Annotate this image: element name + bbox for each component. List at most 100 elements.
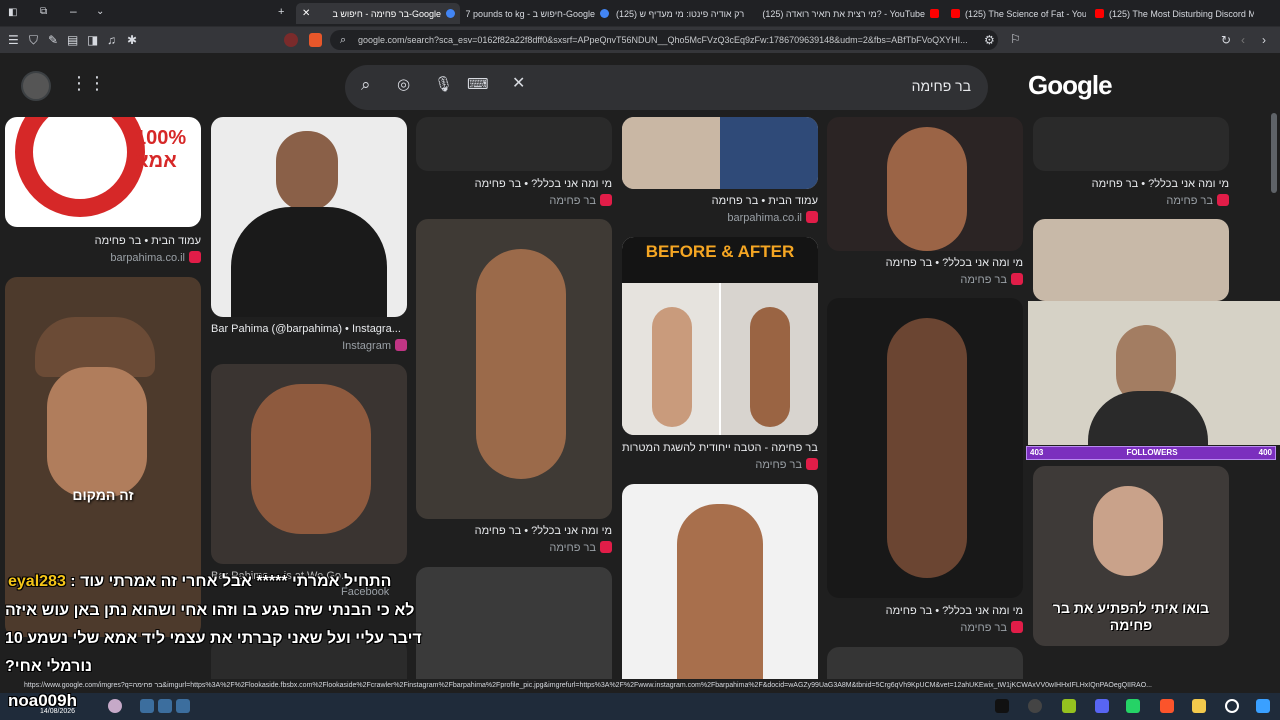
image-result[interactable] <box>827 117 1023 251</box>
extension-icon[interactable]: ✎ <box>48 34 58 46</box>
image-result[interactable]: BEFORE & AFTER <box>622 237 818 435</box>
result-source[interactable]: barpahima.co.il <box>622 211 818 224</box>
minimize-icon[interactable]: – <box>70 5 77 17</box>
image-result[interactable]: 100% אמא <box>5 117 201 227</box>
result-title[interactable]: עמוד הבית • בר פחימה <box>5 235 201 247</box>
brave-shield-icon[interactable] <box>309 33 322 47</box>
result-title[interactable]: מי ומה אני בכלל? • בר פחימה <box>827 257 1023 269</box>
chat-line: לא כי הבנתי שזה פגע בו וזהו אחי ושהוא נת… <box>5 602 415 619</box>
tab-youtube-2[interactable]: (125) מי רצית את תאיר רואדה? - YouTube <box>748 3 944 24</box>
forward-icon[interactable]: › <box>1262 34 1266 46</box>
address-bar[interactable]: ⌕ google.com/search?sca_esv=0162f82a22f8… <box>330 30 998 50</box>
tab-google-search[interactable]: ✕ בר פחימה - חיפוש ב-Google <box>296 3 460 24</box>
app-icon[interactable] <box>1062 699 1076 713</box>
site-favicon-icon <box>1011 273 1023 285</box>
lens-icon[interactable]: ◎ <box>397 77 410 92</box>
shield-icon[interactable]: ⛉ <box>29 34 38 46</box>
image-result[interactable] <box>827 298 1023 598</box>
tab-actions-icon[interactable]: ⧉ <box>40 6 47 18</box>
instagram-icon <box>395 339 407 351</box>
start-icon[interactable] <box>1256 699 1270 713</box>
microphone-icon[interactable]: 🎙 <box>434 77 453 92</box>
back-icon[interactable]: ‹ <box>1241 34 1245 46</box>
result-title[interactable]: מי ומה אני בכלל? • בר פחימה <box>416 178 612 190</box>
result-title[interactable]: מי ומה אני בכלל? • בר פחימה <box>416 525 612 537</box>
tab-youtube-3[interactable]: (125) The Science of Fat - YouTube <box>946 3 1086 24</box>
image-result[interactable] <box>1033 117 1229 171</box>
reload-icon[interactable]: ↻ <box>1221 34 1231 46</box>
chevron-down-icon[interactable]: ⌄ <box>96 6 104 18</box>
tab-pounds-kg[interactable]: 7 pounds to kg - חיפוש ב-Google <box>462 3 614 24</box>
result-title[interactable]: מי ומה אני בכלל? • בר פחימה <box>827 605 1023 617</box>
tab-list-icon[interactable]: ▤ <box>67 34 78 46</box>
result-source[interactable]: Instagram <box>211 339 407 352</box>
result-source[interactable]: בר פחימה <box>416 194 612 207</box>
site-favicon-icon <box>806 458 818 470</box>
result-title[interactable]: בר פחימה - הטבה ייחודית להשגת המטרות... <box>622 442 818 454</box>
result-source[interactable]: בר פחימה <box>1033 194 1229 207</box>
image-result[interactable] <box>211 117 407 317</box>
brave-icon[interactable] <box>1160 699 1174 713</box>
bookmark-icon[interactable]: ⚐ <box>1010 33 1021 45</box>
youtube-favicon-icon <box>951 9 960 18</box>
result-source[interactable]: בר פחימה <box>827 273 1023 286</box>
face-shape <box>1093 486 1163 576</box>
clear-icon[interactable]: ✕ <box>512 76 525 92</box>
keyboard-icon[interactable]: ⌨ <box>467 77 489 92</box>
after-photo <box>720 117 818 189</box>
sidebar-icon[interactable]: ◨ <box>87 34 98 46</box>
epic-games-icon[interactable] <box>995 699 1009 713</box>
result-source[interactable]: barpahima.co.il <box>5 251 201 264</box>
apps-grid-icon[interactable]: ⋮⋮ <box>70 74 106 92</box>
steam-icon[interactable] <box>1028 699 1042 713</box>
tab-youtube-4[interactable]: (125) The Most Disturbing Discord M <box>1090 3 1254 24</box>
shirt-shape <box>231 207 387 317</box>
body-shape <box>652 307 692 427</box>
page-scrollbar[interactable] <box>1271 113 1277 193</box>
music-icon[interactable]: ♫ <box>107 34 116 46</box>
site-settings-icon[interactable]: ⚙ <box>984 34 995 46</box>
account-avatar[interactable] <box>21 71 51 101</box>
link-status-bar: https://www.google.com/imgres?q=בר פחימה… <box>18 679 1280 693</box>
site-favicon-icon <box>806 211 818 223</box>
search-icon[interactable] <box>1225 699 1239 713</box>
avatar-icon[interactable] <box>108 699 122 713</box>
image-result[interactable] <box>416 219 612 519</box>
result-source[interactable]: בר פחימה <box>416 541 612 554</box>
image-result[interactable] <box>416 567 612 693</box>
microphone-icon[interactable] <box>158 699 172 713</box>
search-input[interactable]: בר פחימה <box>535 78 971 94</box>
tray-icon[interactable] <box>140 699 154 713</box>
google-favicon-icon <box>600 9 609 18</box>
body-shape <box>750 307 790 427</box>
file-explorer-icon[interactable] <box>1192 699 1206 713</box>
result-title[interactable]: Bar Pahima (@barpahima) • Instagra... <box>211 323 407 335</box>
image-result[interactable] <box>211 364 407 564</box>
tab-youtube-1[interactable]: (125) לא רק אודיה פינטו: מי מעדיף ש <box>616 3 746 24</box>
google-logo[interactable]: Google <box>1028 70 1113 101</box>
search-box: ⌕ ◎ 🎙 ⌨ ✕ בר פחימה <box>345 65 988 110</box>
whatsapp-icon[interactable] <box>1126 699 1140 713</box>
image-result[interactable] <box>416 117 612 171</box>
puzzle-icon[interactable]: ✱ <box>127 34 137 46</box>
alert-icon[interactable] <box>284 33 298 47</box>
site-favicon-icon <box>600 194 612 206</box>
result-title[interactable]: מי ומה אני בכלל? • בר פחימה <box>1033 178 1229 190</box>
chat-line: ?נורמלי אחי <box>5 658 93 675</box>
result-title[interactable]: עמוד הבית • בר פחימה <box>622 195 818 207</box>
new-tab-icon[interactable]: + <box>278 6 284 18</box>
search-icon[interactable]: ⌕ <box>361 76 371 93</box>
image-result[interactable] <box>622 484 818 693</box>
close-icon[interactable]: ✕ <box>302 8 310 19</box>
tray-icon[interactable] <box>176 699 190 713</box>
discord-icon[interactable] <box>1095 699 1109 713</box>
taskbar: noa009h 14/08/2026 <box>0 691 1280 720</box>
body-shape <box>476 249 566 479</box>
back-history-icon[interactable]: ◧ <box>8 7 17 19</box>
image-result[interactable] <box>622 117 818 189</box>
image-result[interactable] <box>1033 219 1229 301</box>
menu-icon[interactable]: ☰ <box>8 34 19 46</box>
chat-message: eyal283 : התחיל אמרתי ***** אבל אחרי זה … <box>8 573 392 590</box>
result-source[interactable]: בר פחימה <box>827 621 1023 634</box>
result-source[interactable]: בר פחימה <box>622 458 818 471</box>
